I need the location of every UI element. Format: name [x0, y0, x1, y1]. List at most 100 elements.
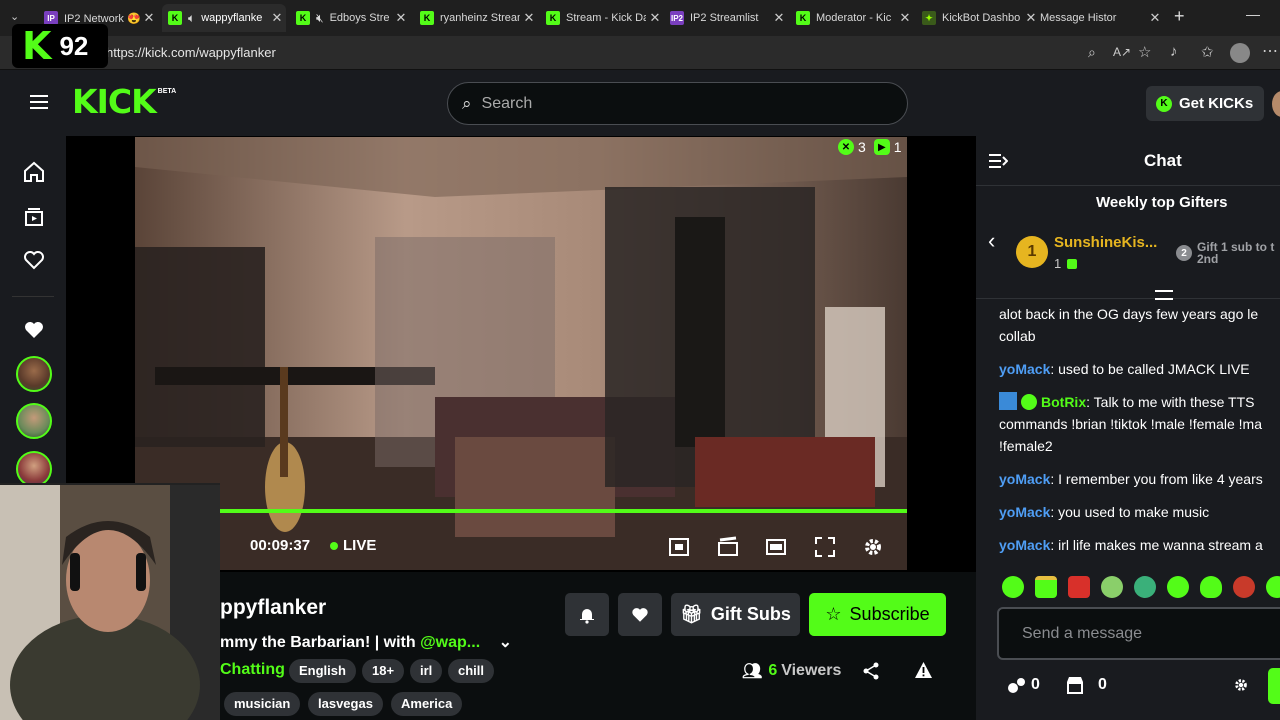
followed-channel-avatar[interactable]: [16, 356, 52, 392]
new-tab-button[interactable]: +: [1174, 6, 1185, 27]
live-indicator: LIVE: [330, 537, 376, 554]
viewer-count: 👥︎ 6 Viewers: [742, 661, 841, 681]
tag-18plus[interactable]: 18+: [362, 659, 405, 683]
collapse-chat-icon[interactable]: [988, 152, 1008, 170]
message-text: alot back in the OG days few years ago l…: [999, 306, 1259, 322]
fullscreen-icon[interactable]: [814, 536, 836, 558]
browse-icon[interactable]: [22, 205, 46, 229]
subscribe-button[interactable]: ☆ Subscribe: [809, 593, 946, 636]
kick-logo[interactable]: KICK BETA: [72, 82, 176, 122]
followed-channel-avatar[interactable]: [16, 451, 52, 487]
tag-lasvegas[interactable]: lasvegas: [308, 692, 383, 716]
close-icon[interactable]: ✕: [646, 10, 664, 26]
store-balance[interactable]: 0: [1066, 676, 1107, 694]
tag-america[interactable]: America: [391, 692, 463, 716]
zoom-icon[interactable]: ⌕: [1088, 44, 1096, 61]
message-text: : used to be called JMACK LIVE: [1050, 361, 1250, 377]
settings-gear-icon[interactable]: [862, 536, 884, 558]
chevron-left-icon[interactable]: ‹: [988, 228, 995, 254]
category-link[interactable]: Chatting: [220, 661, 285, 679]
close-icon[interactable]: ✕: [140, 10, 158, 26]
store-balance-value: 0: [1098, 676, 1107, 693]
read-aloud-icon[interactable]: A↗: [1113, 45, 1131, 59]
video-frame[interactable]: [135, 137, 907, 570]
speaker-icon[interactable]: 🔈︎: [188, 11, 195, 26]
close-icon[interactable]: ✕: [1146, 10, 1164, 26]
progress-bar[interactable]: [219, 509, 907, 513]
picture-in-picture-icon[interactable]: [668, 536, 690, 558]
chat-message: yoMack: you used to make music: [999, 501, 1280, 523]
emote-icon[interactable]: [1101, 576, 1123, 598]
close-icon[interactable]: ✕: [392, 10, 410, 26]
tab-label: Message Histor: [1040, 12, 1117, 24]
tab-label: IP2 Streamlist: [690, 12, 759, 24]
hamburger-menu-icon[interactable]: [30, 95, 48, 109]
clip-icon[interactable]: [717, 536, 739, 558]
emote-icon[interactable]: [1266, 576, 1280, 598]
top-gifter-name[interactable]: SunshineKis...: [1054, 234, 1157, 251]
chat-username[interactable]: yoMack: [999, 361, 1050, 377]
drag-handle-icon[interactable]: [1155, 290, 1173, 300]
close-icon[interactable]: ✕: [520, 10, 538, 26]
browser-tab[interactable]: K ryanheinz Stream ✕: [414, 4, 538, 32]
get-kicks-button[interactable]: K Get KICKs: [1146, 86, 1264, 121]
browser-tab[interactable]: ✦ KickBot Dashbo ✕: [916, 4, 1040, 32]
follow-button[interactable]: [618, 593, 662, 636]
followed-channel-avatar[interactable]: [16, 403, 52, 439]
tag-chill[interactable]: chill: [448, 659, 495, 683]
emote-icon[interactable]: [1134, 576, 1156, 598]
chevron-down-icon[interactable]: ⌄: [499, 634, 512, 651]
browser-tab[interactable]: IP2 IP2 Streamlist ✕: [664, 4, 788, 32]
muted-speaker-icon[interactable]: 🔇︎: [316, 11, 324, 26]
close-icon[interactable]: ✕: [896, 10, 914, 26]
minimize-button[interactable]: —: [1246, 6, 1260, 22]
kicks-balance[interactable]: 0: [1007, 676, 1040, 694]
home-icon[interactable]: [22, 160, 46, 184]
browser-tab[interactable]: K 🔇︎ Edboys Stre ✕: [290, 4, 410, 32]
chat-username[interactable]: yoMack: [999, 504, 1050, 520]
close-icon[interactable]: ✕: [1022, 10, 1040, 26]
webcam-overlay: [0, 483, 220, 720]
notification-bell-button[interactable]: [565, 593, 609, 636]
channel-name[interactable]: ppyflanker: [220, 596, 326, 620]
browser-tab[interactable]: K Moderator - Kic ✕: [790, 4, 914, 32]
tab-label: ryanheinz Stream: [440, 12, 520, 24]
tag-musician[interactable]: musician: [224, 692, 301, 716]
chat-settings-gear-icon[interactable]: [1233, 677, 1249, 693]
report-warning-icon[interactable]: [914, 661, 933, 679]
favorites-icon[interactable]: ✩: [1201, 43, 1214, 61]
gift-subs-button[interactable]: 🎁︎ Gift Subs: [671, 593, 800, 636]
emote-icon[interactable]: [1233, 576, 1255, 598]
profile-icon[interactable]: [1230, 43, 1250, 63]
emote-icon[interactable]: [1002, 576, 1024, 598]
favorite-star-icon[interactable]: ☆: [1138, 43, 1151, 61]
tab-label: Moderator - Kic: [816, 12, 892, 24]
gift-prompt-place: 2nd: [1197, 252, 1219, 266]
browser-tab[interactable]: ◆ Message Histor ✕: [1040, 4, 1164, 32]
url-field[interactable]: https://kick.com/wappyflanker: [96, 41, 1086, 65]
tag-irl[interactable]: irl: [410, 659, 443, 683]
emote-icon[interactable]: [1035, 576, 1057, 598]
tag-english[interactable]: English: [289, 659, 356, 683]
mention-link[interactable]: @wap...: [420, 634, 480, 651]
tab-list-chevron-icon[interactable]: ⌄: [10, 10, 19, 23]
send-chat-button[interactable]: [1268, 668, 1280, 704]
more-menu-icon[interactable]: ⋯: [1262, 41, 1278, 61]
bell-icon: [580, 608, 594, 624]
chat-username[interactable]: BotRix: [1041, 394, 1086, 410]
chat-username[interactable]: yoMack: [999, 537, 1050, 553]
close-icon[interactable]: ✕: [770, 10, 788, 26]
close-icon[interactable]: ✕: [268, 10, 286, 26]
extensions-icon[interactable]: ♪: [1170, 43, 1178, 60]
emote-icon[interactable]: [1167, 576, 1189, 598]
browser-tab[interactable]: K Stream - Kick Da ✕: [540, 4, 664, 32]
chat-input[interactable]: Send a message: [997, 607, 1280, 660]
browser-tab-active[interactable]: K 🔈︎ wappyflanke ✕: [162, 4, 286, 32]
chat-username[interactable]: yoMack: [999, 471, 1050, 487]
share-icon[interactable]: [862, 662, 880, 680]
search-bar[interactable]: ⌕ Search: [447, 82, 908, 125]
theater-mode-icon[interactable]: [765, 536, 787, 558]
following-heart-icon[interactable]: [22, 248, 46, 272]
emote-icon[interactable]: [1068, 576, 1090, 598]
emote-icon[interactable]: [1200, 576, 1222, 598]
